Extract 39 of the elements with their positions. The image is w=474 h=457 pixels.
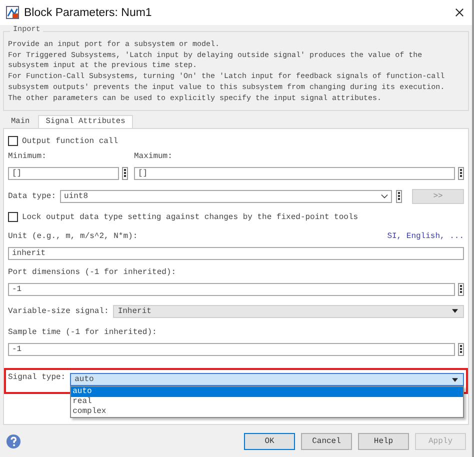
field-label: Maximum: [134, 151, 174, 164]
data-type-combo[interactable]: uint8 [60, 190, 392, 203]
field-label: Variable-size signal: [8, 306, 109, 316]
input-field[interactable]: -1 [8, 342, 455, 356]
triangle-down-icon[interactable] [452, 378, 458, 382]
checkbox[interactable] [8, 136, 18, 146]
help-icon[interactable] [6, 434, 21, 448]
field-label: Signal type: [8, 373, 66, 382]
input-field[interactable]: [] [8, 166, 119, 180]
dialog-button[interactable]: Cancel [301, 432, 352, 450]
block-icon [6, 6, 19, 19]
checkbox-label: Output function call [22, 136, 118, 146]
dropdown[interactable]: Inherit [112, 304, 464, 318]
more-icon[interactable] [396, 190, 402, 203]
more-icon[interactable] [458, 282, 464, 296]
more-icon[interactable] [458, 166, 464, 180]
input-field[interactable]: inherit [8, 246, 464, 260]
field-label: Unit (e.g., m, m/s^2, N*m): [8, 232, 138, 241]
more-icon[interactable] [122, 166, 128, 180]
field-label: Sample time (-1 for inherited): [8, 328, 157, 337]
dialog-button[interactable]: OK [244, 432, 295, 450]
dropdown-option[interactable]: complex [70, 407, 463, 418]
dropdown[interactable]: auto [70, 373, 464, 386]
chevron-down-icon[interactable] [381, 194, 388, 199]
dropdown-option[interactable]: auto [70, 387, 463, 398]
more-icon[interactable] [458, 342, 464, 356]
triangle-down-icon[interactable] [452, 309, 458, 314]
dropdown-option[interactable]: real [70, 397, 463, 408]
dialog-button[interactable]: Help [358, 432, 409, 450]
checkbox-label: Lock output data type setting against changes by the fixed-point tools [22, 212, 358, 222]
input-field[interactable]: [] [134, 166, 455, 180]
window-title: Block Parameters: Num1 [24, 6, 153, 18]
field-label: Data type: [8, 192, 56, 201]
units-link[interactable]: SI, English, ... [387, 232, 464, 241]
input-field[interactable]: -1 [8, 282, 455, 296]
field-label: Minimum: [8, 151, 48, 164]
field-label: Port dimensions (-1 for inherited): [8, 268, 176, 277]
checkbox[interactable] [8, 212, 18, 222]
close-icon[interactable] [455, 8, 464, 17]
